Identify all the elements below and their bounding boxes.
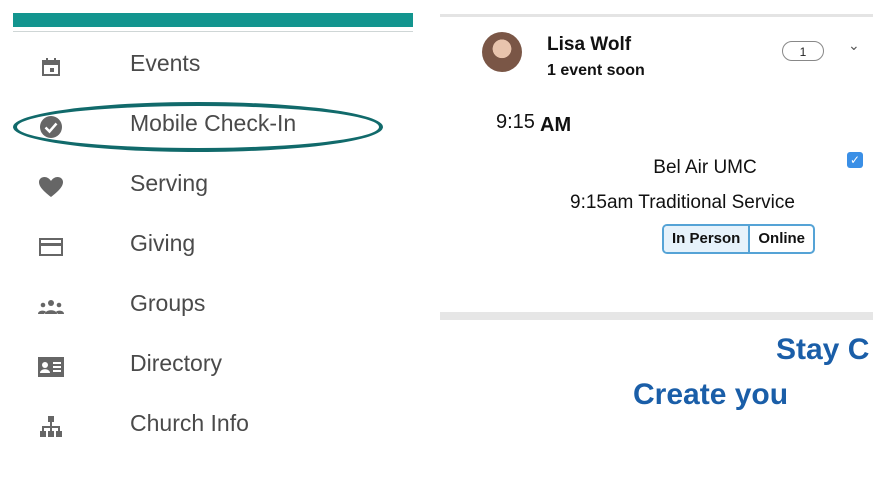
attendance-mode-toggle: In Person Online	[662, 224, 816, 254]
headline-line-1: Stay C	[776, 333, 870, 366]
mode-online-button[interactable]: Online	[750, 226, 813, 252]
menu-item-label: Giving	[130, 230, 196, 256]
headline-line-2: Create you	[633, 378, 789, 411]
headline-area: Stay C Create you	[440, 320, 873, 479]
event-card: Lisa Wolf 1 event soon 1 ⌄ 9:15 AM Bel A…	[440, 14, 873, 320]
event-time: 9:15	[496, 111, 535, 133]
calendar-icon	[36, 54, 66, 80]
people-icon	[36, 294, 66, 320]
event-time-ampm: AM	[540, 114, 572, 136]
menu-item-directory[interactable]: Directory	[0, 342, 420, 392]
org-chart-icon	[36, 414, 66, 440]
location-name: Bel Air UMC	[653, 157, 757, 178]
event-status: 1 event soon	[547, 62, 645, 79]
menu-item-serving[interactable]: Serving	[0, 162, 420, 212]
menu-item-label: Events	[130, 50, 201, 76]
service-name: 9:15am Traditional Service	[570, 192, 795, 213]
chevron-down-icon[interactable]: ⌄	[848, 37, 860, 54]
menu-divider	[13, 31, 413, 32]
event-count-badge[interactable]: 1	[782, 41, 824, 61]
navigation-menu: Events Mobile Check-In Serving Giving Gr…	[0, 0, 420, 479]
contact-card-icon	[36, 354, 66, 380]
mode-in-person-button[interactable]: In Person	[664, 226, 751, 252]
user-name: Lisa Wolf	[547, 34, 632, 55]
check-circle-icon	[36, 114, 66, 140]
checkbox[interactable]: ✓	[847, 152, 863, 168]
menu-item-label: Church Info	[130, 410, 249, 436]
menu-item-label: Mobile Check-In	[130, 110, 297, 136]
credit-card-icon	[36, 234, 66, 260]
menu-header-bar	[13, 13, 413, 27]
menu-item-mobile-check-in[interactable]: Mobile Check-In	[0, 102, 420, 152]
menu-item-groups[interactable]: Groups	[0, 282, 420, 332]
avatar	[482, 32, 522, 72]
heart-icon	[36, 174, 66, 200]
menu-item-label: Groups	[130, 290, 206, 316]
menu-item-label: Serving	[130, 170, 208, 196]
menu-item-events[interactable]: Events	[0, 42, 420, 92]
menu-item-giving[interactable]: Giving	[0, 222, 420, 272]
menu-item-label: Directory	[130, 350, 223, 376]
menu-item-church-info[interactable]: Church Info	[0, 402, 420, 452]
